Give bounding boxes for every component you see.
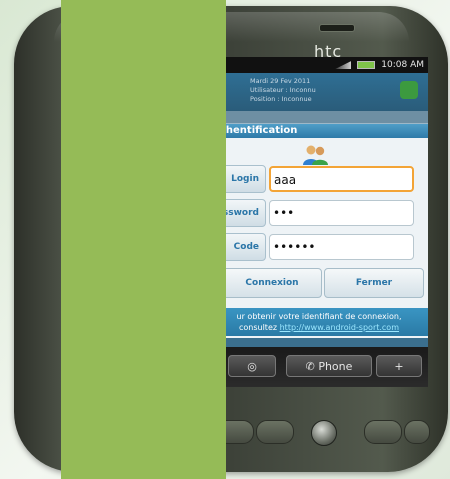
login-input[interactable]: aaa: [269, 166, 414, 192]
phone-icon: ✆: [305, 359, 319, 373]
hw-menu-button[interactable]: [256, 420, 294, 444]
green-overlay-block: [61, 0, 226, 479]
connect-button[interactable]: Connexion: [222, 268, 322, 298]
password-input[interactable]: •••: [269, 200, 414, 226]
plus-button[interactable]: +: [376, 355, 422, 377]
status-bar: 10:08 AM: [210, 57, 428, 73]
signal-icon: [335, 61, 352, 69]
trackball[interactable]: [311, 420, 337, 446]
home-button[interactable]: ◎: [228, 355, 276, 377]
phone-screen: 10:08 AM Mardi 29 Fev 2011 Utilisateur :…: [210, 57, 428, 387]
phone-label: Phone: [318, 359, 353, 373]
footer-link-line: consultez http://www.android-sport.com: [210, 322, 428, 333]
users-icon: [303, 145, 328, 165]
dialog-title: uthentification: [210, 124, 428, 138]
phone-button[interactable]: ✆ Phone: [286, 355, 372, 377]
footer-text: ur obtenir votre identifiant de connexio…: [236, 312, 402, 321]
help-link[interactable]: http://www.android-sport.com: [280, 323, 399, 332]
hw-back-button[interactable]: [364, 420, 402, 444]
login-row: Login aaa: [210, 164, 414, 194]
password-row: assword •••: [210, 198, 414, 228]
home-widget: Mardi 29 Fev 2011 Utilisateur : Inconnu …: [210, 73, 428, 111]
close-button[interactable]: Fermer: [324, 268, 424, 298]
battery-icon: [357, 61, 376, 69]
home-icon: ◎: [247, 359, 257, 373]
bottom-bar: ◎ ✆ Phone +: [210, 347, 428, 387]
hw-search-button[interactable]: [404, 420, 430, 444]
plus-label: +: [394, 359, 404, 373]
auth-dialog: uthentification Login aaa assword ••• Co…: [210, 123, 428, 338]
code-input[interactable]: ••••••: [269, 234, 414, 260]
footer-prefix: consultez: [238, 323, 280, 332]
status-time: 10:08 AM: [381, 60, 424, 70]
help-footer: ur obtenir votre identifiant de connexio…: [210, 308, 428, 336]
code-row: Code ••••••: [210, 232, 414, 262]
speaker-grille: [319, 24, 355, 32]
app-icon[interactable]: [400, 81, 418, 99]
